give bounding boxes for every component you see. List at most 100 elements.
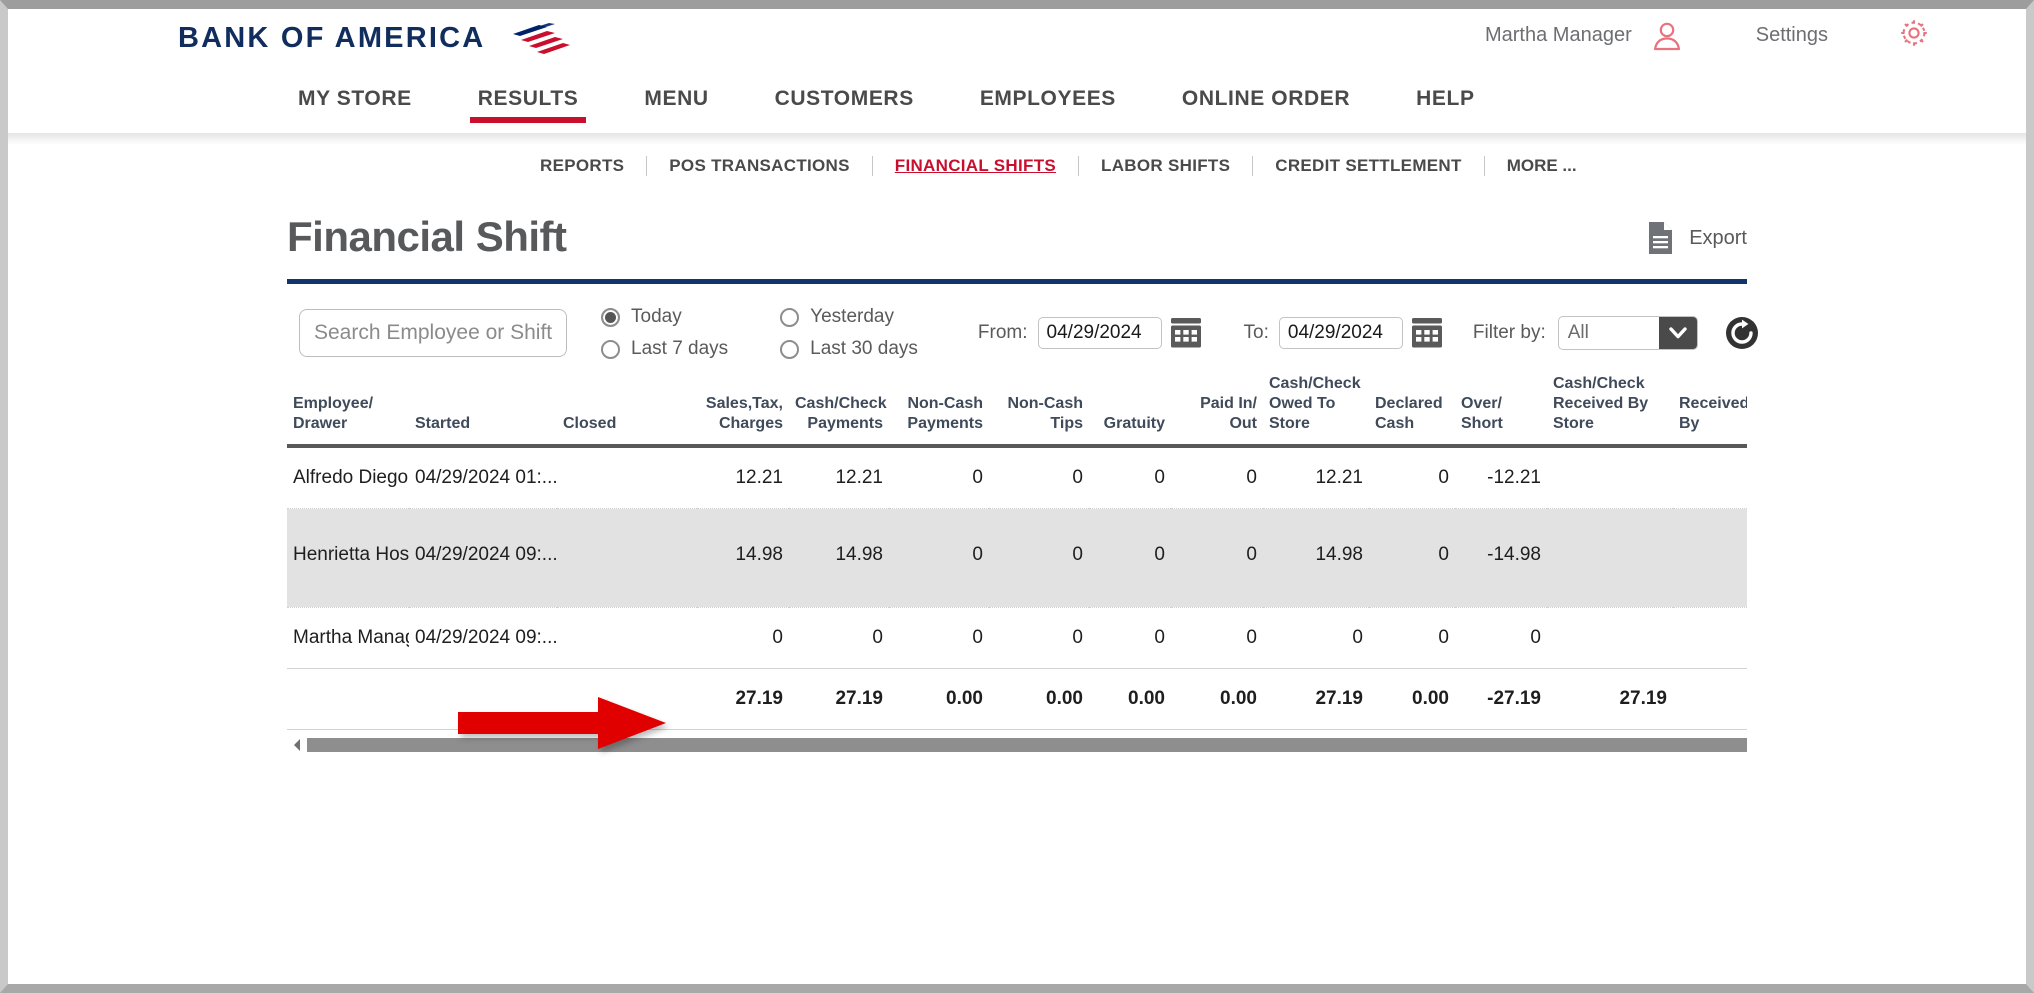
cell-non-cash-tips: 0: [989, 446, 1089, 509]
cell-paid-in-out: 0: [1171, 446, 1263, 509]
sub-nav-more[interactable]: MORE ...: [1485, 156, 1577, 176]
col-line2: Out: [1229, 415, 1257, 432]
cell-employee: Henrietta Hoste: [287, 508, 409, 608]
cell-received-by: [1673, 607, 1747, 669]
col-line2: Tips: [1050, 415, 1083, 432]
sub-nav-item-credit-settlement[interactable]: CREDIT SETTLEMENT: [1253, 156, 1483, 176]
col-line1: Cash/Check Owed To: [1269, 375, 1361, 412]
col-cash-check-payments[interactable]: Cash/Check Payments: [789, 374, 889, 446]
col-cash-check-owed-to-store[interactable]: Cash/Check Owed To Store: [1263, 374, 1369, 446]
calendar-icon[interactable]: [1411, 318, 1443, 348]
to-label: To:: [1243, 322, 1269, 343]
nav-item-help[interactable]: HELP: [1416, 81, 1474, 123]
filter-by-value: All: [1567, 322, 1589, 343]
table-row[interactable]: Henrietta Hoste 04/29/2024 09:... 14.98 …: [287, 508, 1747, 608]
radio-last-30-days[interactable]: Last 30 days: [780, 338, 918, 360]
col-cash-check-received-by-store[interactable]: Cash/Check Received By Store: [1547, 374, 1673, 446]
col-line1: Employee/: [293, 395, 374, 412]
col-line1: Cash/Check: [795, 395, 887, 412]
cell-sales-tax-charges: 0: [697, 607, 789, 669]
col-line2: Store: [1553, 415, 1594, 432]
cell-non-cash-payments: 0: [889, 607, 989, 669]
col-line2: Store: [1269, 415, 1310, 432]
col-gratuity[interactable]: Gratuity: [1089, 374, 1171, 446]
from-label: From:: [977, 322, 1028, 343]
settings-link[interactable]: Settings: [1756, 24, 1828, 47]
total-paid-in-out: 0.00: [1171, 668, 1263, 730]
search-input[interactable]: [299, 309, 567, 357]
cell-started: 04/29/2024 09:...: [409, 508, 557, 608]
cell-started: 04/29/2024 01:...: [409, 446, 557, 509]
cell-non-cash-payments: 0: [889, 446, 989, 509]
col-sales-tax-charges[interactable]: Sales,Tax, Charges: [697, 374, 789, 446]
col-closed[interactable]: Closed: [557, 374, 697, 446]
col-paid-in-out[interactable]: Paid In/ Out: [1171, 374, 1263, 446]
cell-non-cash-payments: 0: [889, 508, 989, 608]
nav-item-my-store[interactable]: MY STORE: [298, 81, 412, 123]
person-icon[interactable]: [1650, 19, 1684, 53]
cell-sales-tax-charges: 14.98: [697, 508, 789, 608]
col-non-cash-payments[interactable]: Non-Cash Payments: [889, 374, 989, 446]
col-line2: Payments: [807, 415, 883, 432]
gear-icon[interactable]: [1898, 17, 1930, 54]
app-header: BANK OF AMERICA Martha Manager Settings: [8, 9, 2026, 81]
cell-cash-check-owed-to-store: 0: [1263, 607, 1369, 669]
cell-cash-check-received-by-store: [1547, 508, 1673, 608]
cell-paid-in-out: 0: [1171, 508, 1263, 608]
nav-item-menu[interactable]: MENU: [644, 81, 708, 123]
sub-nav-item-financial-shifts[interactable]: FINANCIAL SHIFTS: [873, 156, 1078, 176]
col-started[interactable]: Started: [409, 374, 557, 446]
table-row[interactable]: Martha Manage 04/29/2024 09:... 0 0 0 0 …: [287, 607, 1747, 669]
cell-declared-cash: 0: [1369, 508, 1455, 608]
radio-yesterday[interactable]: Yesterday: [780, 306, 918, 328]
nav-shadow-divider: [8, 133, 2026, 145]
page-title-row: Financial Shift Export: [287, 213, 1747, 261]
col-received-by[interactable]: Received By: [1673, 374, 1747, 446]
calendar-icon[interactable]: [1170, 318, 1202, 348]
nav-item-results[interactable]: RESULTS: [469, 81, 587, 123]
col-line1: Non-Cash: [1007, 395, 1083, 412]
from-date-input[interactable]: [1037, 317, 1162, 349]
nav-item-online-order[interactable]: ONLINE ORDER: [1182, 81, 1350, 123]
user-name: Martha Manager: [1484, 24, 1632, 46]
cell-over-short: -12.21: [1455, 446, 1547, 509]
page-content: Financial Shift Export Search Employee o…: [287, 187, 1758, 754]
sub-nav-item-reports[interactable]: REPORTS: [518, 156, 646, 176]
export-button[interactable]: Export: [1645, 221, 1747, 261]
cell-cash-check-payments: 14.98: [789, 508, 889, 608]
col-line1: Sales,Tax,: [705, 395, 783, 412]
cell-cash-check-owed-to-store: 12.21: [1263, 446, 1369, 509]
radio-last-7-days[interactable]: Last 7 days: [601, 338, 728, 360]
page-title: Financial Shift: [287, 213, 567, 260]
from-date-block: From:: [978, 317, 1202, 349]
total-cash-check-received-by-store: 27.19: [1547, 668, 1673, 730]
col-employee-drawer[interactable]: Employee/ Drawer: [287, 374, 409, 446]
col-non-cash-tips[interactable]: Non-Cash Tips: [989, 374, 1089, 446]
refresh-icon[interactable]: [1724, 315, 1760, 351]
cell-closed: [557, 607, 697, 669]
cell-gratuity: 0: [1089, 446, 1171, 509]
export-label: Export: [1689, 226, 1747, 249]
radio-label-yesterday: Yesterday: [810, 306, 894, 327]
cell-over-short: -14.98: [1455, 508, 1547, 608]
cell-non-cash-tips: 0: [989, 607, 1089, 669]
to-date-input[interactable]: [1278, 317, 1403, 349]
radio-today[interactable]: Today: [601, 306, 728, 328]
brand-logo[interactable]: BANK OF AMERICA: [178, 21, 571, 55]
sub-nav-item-pos-transactions[interactable]: POS TRANSACTIONS: [647, 156, 871, 176]
nav-item-employees[interactable]: EMPLOYEES: [980, 81, 1116, 123]
col-declared-cash[interactable]: Declared Cash: [1369, 374, 1455, 446]
col-over-short[interactable]: Over/ Short: [1455, 374, 1547, 446]
col-line2: Closed: [563, 415, 617, 432]
total-cash-check-payments: 27.19: [789, 668, 889, 730]
cell-paid-in-out: 0: [1171, 607, 1263, 669]
chevron-left-icon[interactable]: [287, 736, 307, 754]
sub-nav-item-labor-shifts[interactable]: LABOR SHIFTS: [1079, 156, 1252, 176]
total-declared-cash: 0.00: [1369, 668, 1455, 730]
table-row[interactable]: Alfredo Diego, : 04/29/2024 01:... 12.21…: [287, 446, 1747, 509]
radio-dot-today: [601, 307, 620, 327]
nav-item-customers[interactable]: CUSTOMERS: [775, 81, 914, 123]
filter-by-select[interactable]: All: [1557, 316, 1698, 350]
cell-gratuity: 0: [1089, 508, 1171, 608]
total-sales-tax-charges: 27.19: [697, 668, 789, 730]
